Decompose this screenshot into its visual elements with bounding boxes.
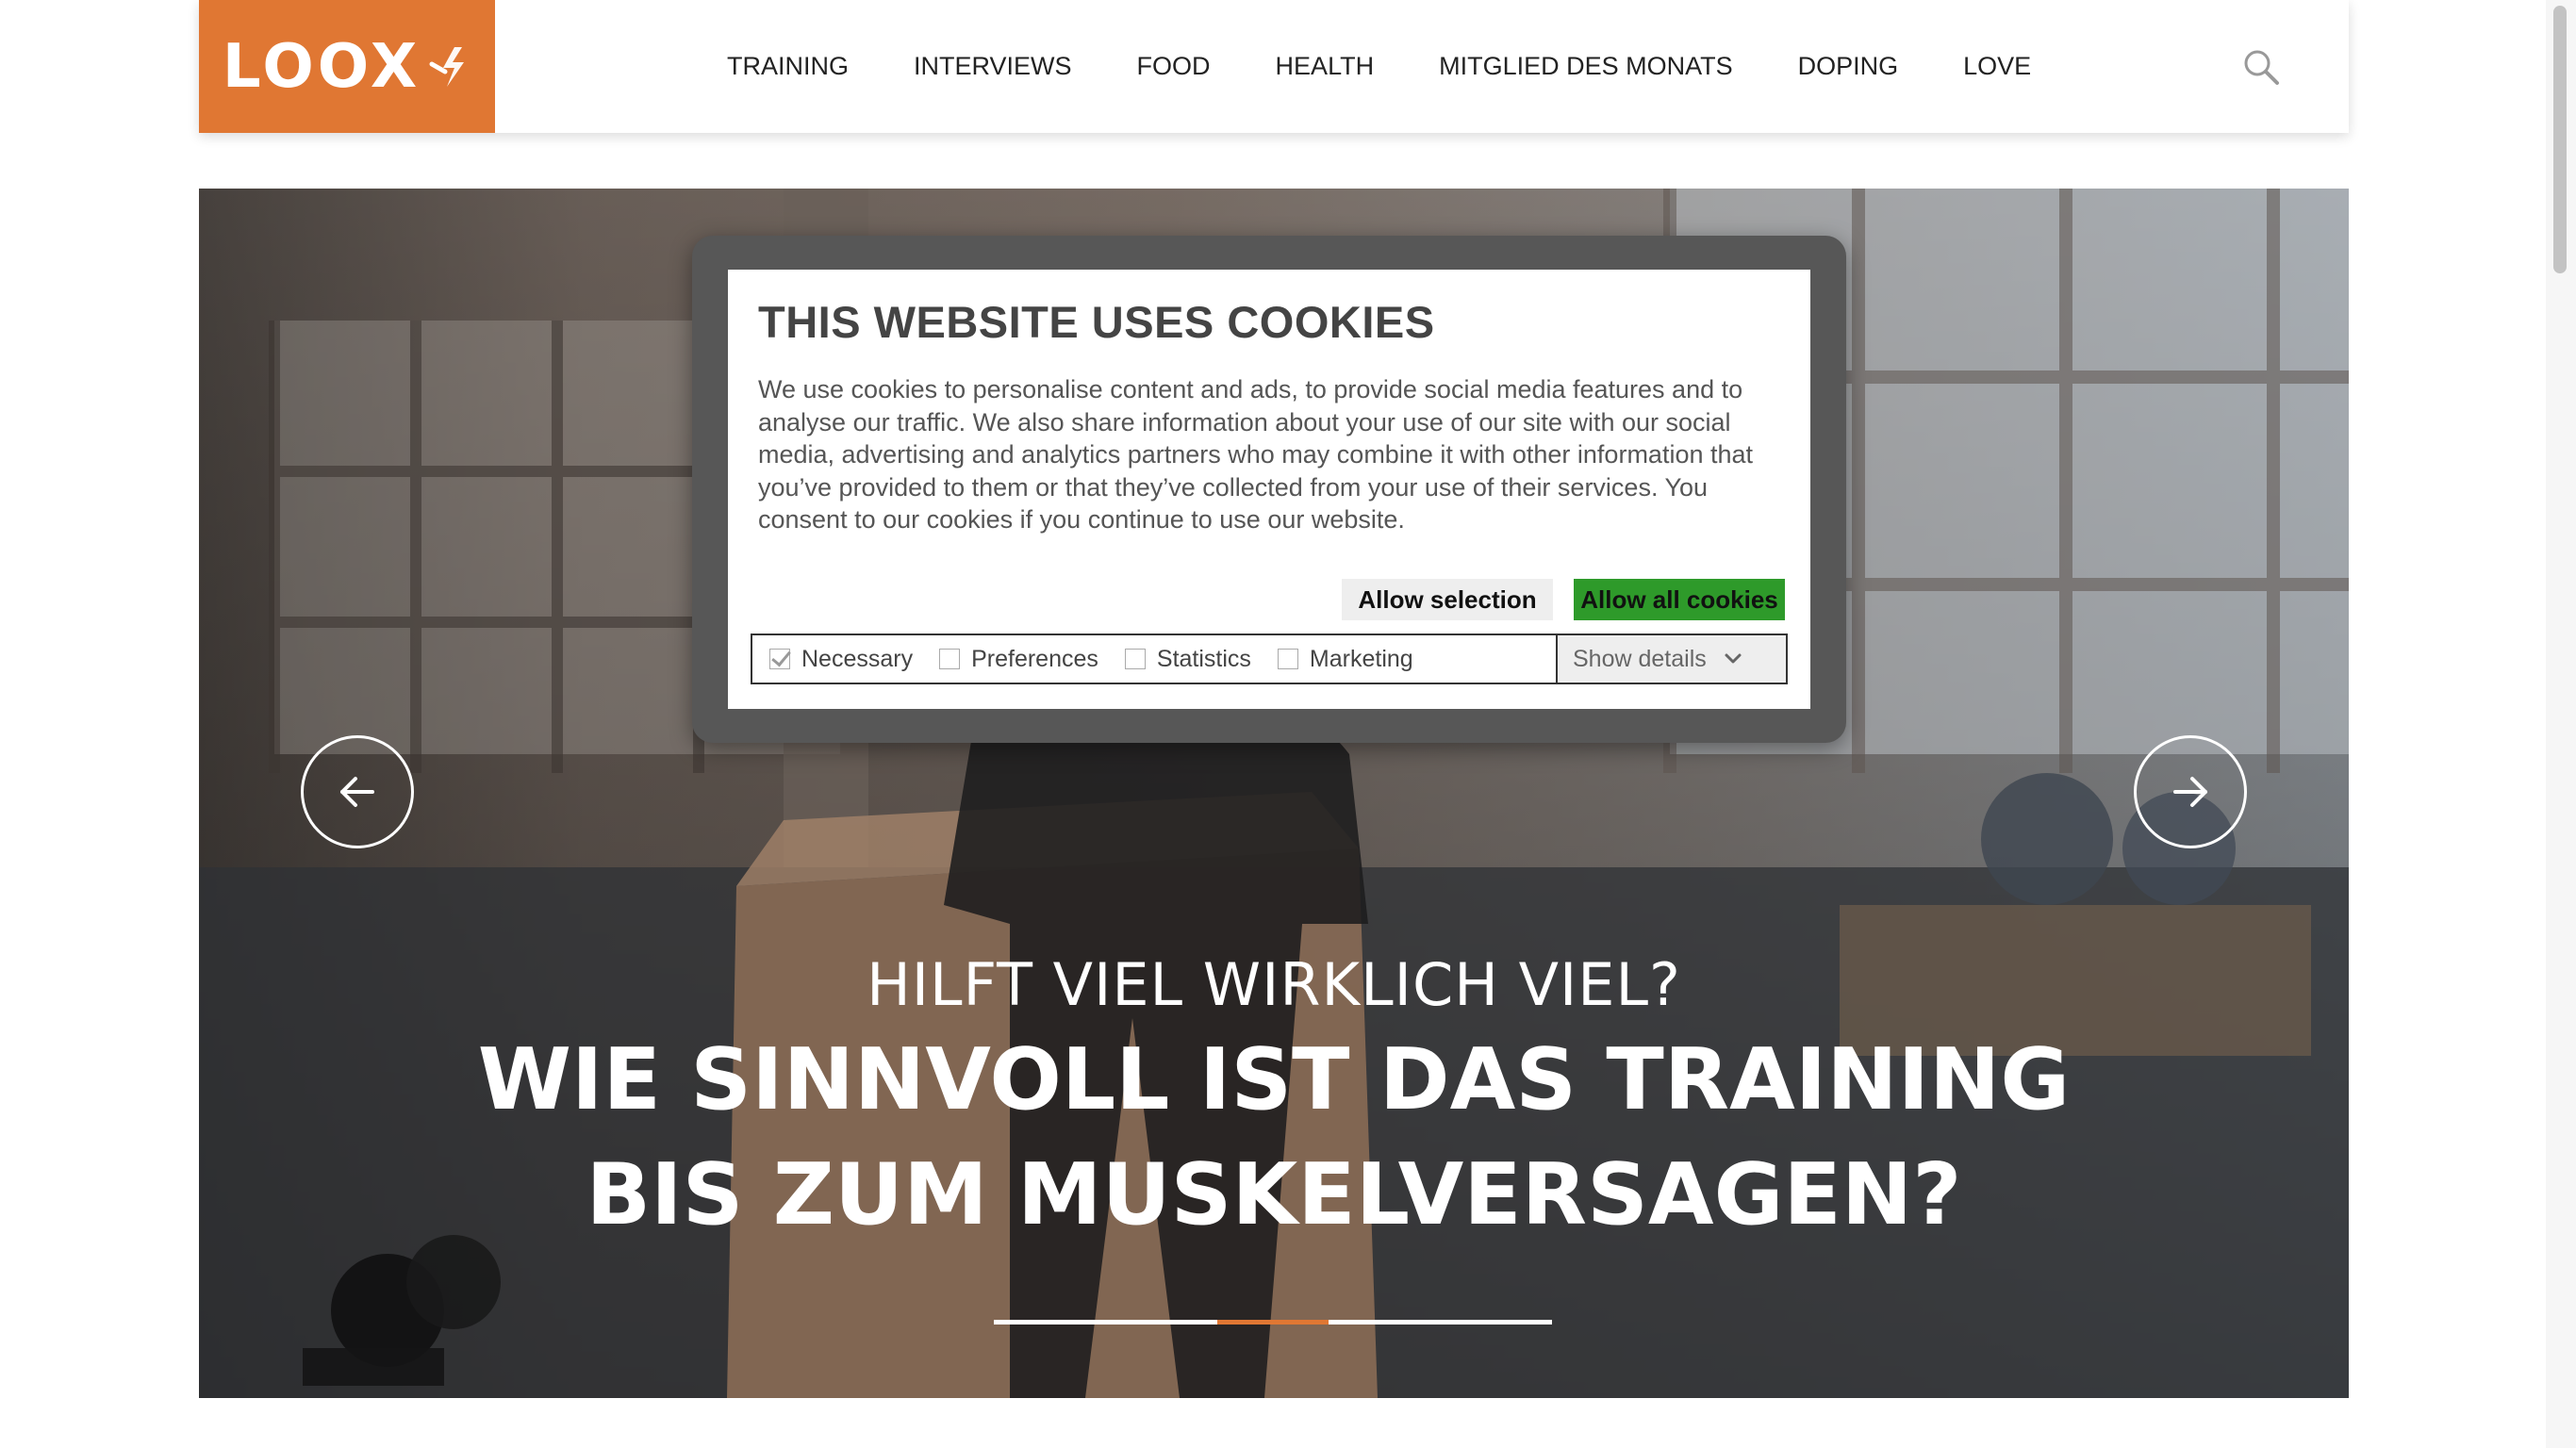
hero-title-line-2: BIS ZUM MUSKELVERSAGEN?: [586, 1145, 1962, 1244]
hero-kicker: HILFT VIEL WIRKLICH VIEL?: [867, 950, 1681, 1019]
chevron-down-icon: [1725, 653, 1742, 664]
consent-marketing[interactable]: Marketing: [1277, 645, 1413, 673]
nav-item-interviews[interactable]: INTERVIEWS: [914, 52, 1072, 81]
slider-dot-2[interactable]: [1217, 1320, 1329, 1325]
cookie-description: We use cookies to personalise content an…: [758, 375, 1754, 534]
cookie-title: THIS WEBSITE USES COOKIES: [758, 297, 1435, 347]
cookie-dialog: THIS WEBSITE USES COOKIES We use cookies…: [728, 270, 1810, 709]
show-details-label: Show details: [1573, 645, 1707, 672]
slider-next-button[interactable]: [2134, 735, 2247, 848]
consent-necessary[interactable]: Necessary: [769, 646, 913, 673]
hero-title-line-1: WIE SINNVOLL IST DAS TRAINING: [477, 1030, 2071, 1129]
cookie-banner: THIS WEBSITE USES COOKIES We use cookies…: [692, 236, 1846, 743]
nav-item-health[interactable]: HEALTH: [1276, 52, 1375, 81]
preferences-checkbox[interactable]: [939, 649, 961, 669]
scrollbar-thumb[interactable]: [2553, 6, 2567, 273]
marketing-checkbox[interactable]: [1277, 649, 1298, 669]
nav-item-food[interactable]: FOOD: [1137, 52, 1211, 81]
nav-item-training[interactable]: TRAINING: [727, 52, 849, 81]
slider-prev-button[interactable]: [301, 735, 414, 848]
logo-text: LOOX: [222, 31, 421, 102]
consent-preferences[interactable]: Preferences: [939, 646, 1098, 673]
search-button[interactable]: [2241, 47, 2283, 89]
site-header: LOOX TRAINING INTERVIEWS FOOD HEALTH MIT…: [199, 0, 2349, 133]
page-scrollbar[interactable]: [2546, 0, 2576, 1448]
necessary-label: Necessary: [801, 645, 914, 672]
statistics-checkbox[interactable]: [1124, 649, 1146, 669]
logo-mark-icon: [429, 46, 465, 87]
show-details-button[interactable]: Show details: [1556, 635, 1786, 683]
consent-statistics[interactable]: Statistics: [1124, 645, 1251, 673]
consent-options-bar: Necessary Preferences Statistics Marketi…: [751, 634, 1788, 684]
slider-dot-1[interactable]: [994, 1320, 1217, 1325]
hero-title[interactable]: WIE SINNVOLL IST DAS TRAINING BIS ZUM MU…: [199, 1023, 2349, 1253]
nav-item-love[interactable]: LOVE: [1963, 52, 2031, 81]
arrow-left-icon: [340, 777, 374, 807]
nav-item-doping[interactable]: DOPING: [1798, 52, 1899, 81]
slider-dot-3[interactable]: [1329, 1320, 1552, 1325]
statistics-label: Statistics: [1156, 645, 1251, 672]
arrow-right-icon: [2173, 777, 2207, 807]
nav-item-mitglied-des-monats[interactable]: MITGLIED DES MONATS: [1439, 52, 1733, 81]
logo[interactable]: LOOX: [199, 0, 495, 133]
main-nav: TRAINING INTERVIEWS FOOD HEALTH MITGLIED…: [727, 0, 2031, 133]
allow-all-cookies-button[interactable]: Allow all cookies: [1574, 579, 1785, 620]
consent-options: Necessary Preferences Statistics Marketi…: [752, 635, 1556, 683]
allow-selection-button[interactable]: Allow selection: [1342, 579, 1553, 620]
necessary-checkbox[interactable]: [769, 649, 790, 669]
marketing-label: Marketing: [1309, 645, 1413, 672]
slider-pagination: [994, 1320, 1552, 1325]
search-icon: [2244, 50, 2279, 85]
preferences-label: Preferences: [971, 645, 1098, 672]
